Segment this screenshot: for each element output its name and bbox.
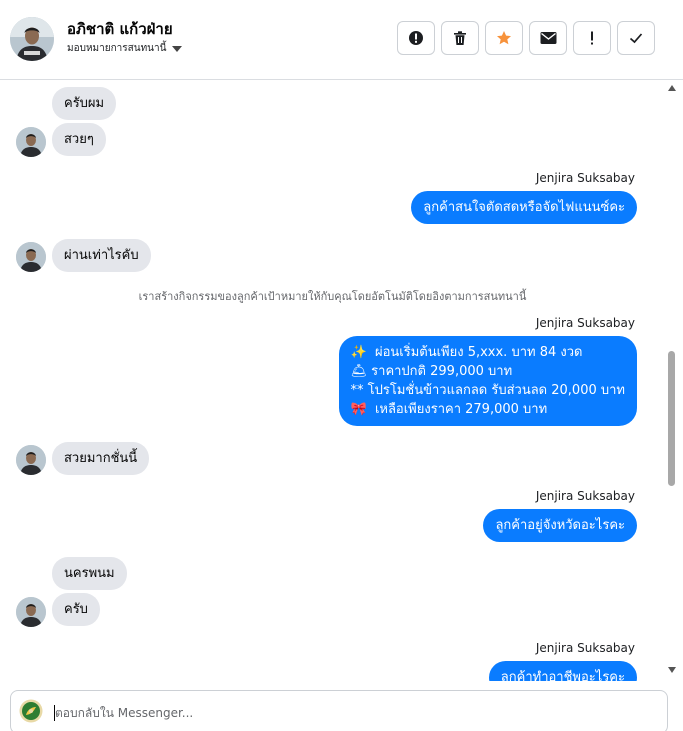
sparkles-icon: ✨: [350, 345, 367, 360]
sender-name: Jenjira Suksabay: [535, 641, 635, 655]
incoming-message[interactable]: ครับ: [52, 593, 100, 626]
message-list[interactable]: ครับผม สวยๆ Jenjira Suksabay ลูกค้าสนใจต…: [0, 81, 665, 681]
incoming-message[interactable]: นครพนม: [52, 557, 127, 590]
ribbon-icon: 🎀: [350, 402, 367, 417]
star-button[interactable]: [485, 21, 523, 55]
scroll-up-arrow-icon[interactable]: [668, 85, 676, 91]
assign-label: มอบหมายการสนทนานี้: [67, 43, 167, 54]
contact-avatar[interactable]: [10, 17, 54, 61]
caret-down-icon: [172, 45, 183, 52]
outgoing-message[interactable]: ลูกค้าทำอาชีพอะไรคะ: [488, 661, 637, 681]
assign-conversation-dropdown[interactable]: มอบหมายการสนทนานี้: [67, 41, 183, 56]
contact-name[interactable]: อภิชาติ แก้วฝ่าย: [67, 17, 173, 41]
contact-avatar-small: [16, 127, 46, 157]
trash-icon: [454, 31, 466, 45]
exclamation-icon: [591, 31, 593, 45]
envelope-icon: [540, 32, 556, 44]
scroll-down-arrow-icon[interactable]: [668, 667, 676, 673]
star-icon: [497, 31, 511, 45]
mark-done-button[interactable]: [617, 21, 655, 55]
outgoing-message[interactable]: ลูกค้าอยู่จังหวัดอะไรคะ: [483, 509, 637, 542]
promo-line: 🛎 ราคาปกติ 299,000 บาท: [350, 364, 513, 379]
header-actions: [397, 21, 655, 55]
mark-unread-button[interactable]: [529, 21, 567, 55]
sender-name: Jenjira Suksabay: [535, 489, 635, 503]
message-scrollbar[interactable]: [665, 81, 679, 681]
page-logo-icon: [19, 699, 43, 723]
system-notice: เราสร้างกิจกรรมของลูกค้าเป้าหมายให้กับคุ…: [138, 290, 527, 303]
bell-icon: 🛎: [350, 364, 368, 379]
promo-line: 🎀 เหลือเพียงราคา 279,000 บาท: [350, 402, 548, 417]
alert-circle-icon: [409, 31, 423, 45]
contact-avatar-small: [16, 445, 46, 475]
promo-line: ** โปรโมชั่นข้าวแลกลด รับส่วนลด 20,000 บ…: [350, 383, 626, 398]
mark-spam-button[interactable]: [397, 21, 435, 55]
reply-input[interactable]: [55, 701, 645, 725]
promo-line: ✨ ผ่อนเริ่มต้นเพียง 5,xxx. บาท 84 งวด: [350, 345, 583, 360]
incoming-message[interactable]: ครับผม: [52, 87, 117, 120]
incoming-message[interactable]: ผ่านเท่าไรคับ: [52, 239, 151, 272]
conversation-header: อภิชาติ แก้วฝ่าย มอบหมายการสนทนานี้: [0, 0, 683, 80]
incoming-message[interactable]: สวยมากชั่นนี้: [52, 442, 150, 475]
contact-avatar-small: [16, 597, 46, 627]
reply-composer[interactable]: [10, 690, 668, 731]
contact-avatar-small: [16, 242, 46, 272]
delete-button[interactable]: [441, 21, 479, 55]
sender-name: Jenjira Suksabay: [535, 316, 635, 330]
outgoing-promo-message[interactable]: ✨ ผ่อนเริ่มต้นเพียง 5,xxx. บาท 84 งวด 🛎 …: [338, 336, 637, 426]
outgoing-message[interactable]: ลูกค้าสนใจตัดสดหรือจัดไฟแนนซ์คะ: [411, 191, 637, 224]
sender-name: Jenjira Suksabay: [535, 171, 635, 185]
follow-up-button[interactable]: [573, 21, 611, 55]
scrollbar-thumb[interactable]: [668, 351, 675, 486]
incoming-message[interactable]: สวยๆ: [52, 123, 106, 156]
check-icon: [629, 33, 643, 44]
